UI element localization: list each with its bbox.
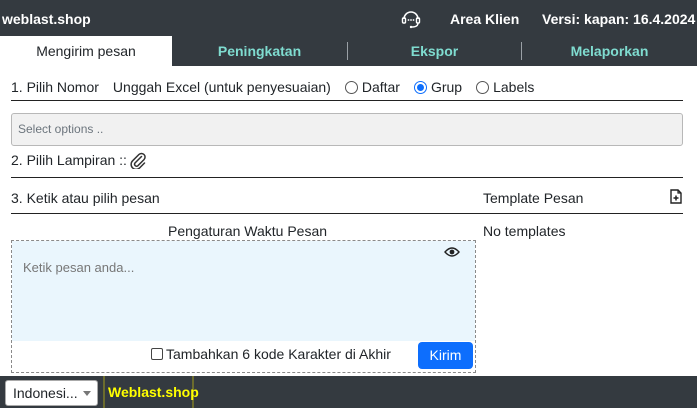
radio-daftar-label: Daftar: [361, 79, 400, 95]
client-area-link[interactable]: Area Klien: [450, 11, 519, 27]
divider: [11, 100, 683, 101]
main-tabs: Mengirim pesan Peningkatan Ekspor Melapo…: [0, 36, 697, 66]
step2-label: 2. Pilih Lampiran ::: [11, 152, 127, 168]
radio-daftar-indicator[interactable]: [344, 80, 358, 94]
radio-grup[interactable]: Grup: [413, 79, 463, 95]
tab-peningkatan[interactable]: Peningkatan: [172, 36, 347, 66]
upload-excel-link[interactable]: Unggah Excel (untuk penyesuaian): [113, 79, 331, 95]
radio-labels-indicator[interactable]: [476, 80, 490, 94]
templates-empty-text: No templates: [483, 223, 566, 239]
radio-grup-label: Grup: [430, 79, 463, 95]
language-select[interactable]: Indonesi...: [5, 380, 98, 406]
divider: [11, 213, 683, 214]
message-textarea[interactable]: Ketik pesan anda...: [12, 241, 475, 341]
schedule-settings-link[interactable]: Pengaturan Waktu Pesan: [168, 223, 327, 239]
radio-daftar[interactable]: Daftar: [344, 79, 400, 95]
headset-support-icon[interactable]: [400, 9, 422, 29]
radio-labels[interactable]: Labels: [476, 79, 534, 95]
eye-preview-icon[interactable]: [444, 246, 460, 258]
paperclip-icon[interactable]: [129, 151, 147, 169]
append-code-label: Tambahkan 6 kode Karakter di Akhir: [166, 346, 391, 362]
radio-labels-label: Labels: [493, 79, 535, 95]
template-title: Template Pesan: [483, 190, 584, 206]
brand-title[interactable]: weblast.shop: [2, 11, 91, 27]
number-source-row: 1. Pilih Nomor Unggah Excel (untuk penye…: [11, 78, 534, 96]
language-select-value: Indonesi...: [13, 385, 78, 401]
bottom-bar: Indonesi... Weblast.shop: [0, 376, 697, 408]
message-composer: Ketik pesan anda... Tambahkan 6 kode Kar…: [11, 240, 476, 373]
append-code-checkbox-row[interactable]: Tambahkan 6 kode Karakter di Akhir: [151, 346, 391, 362]
send-button[interactable]: Kirim: [418, 342, 473, 369]
divider: [11, 177, 683, 178]
message-placeholder: Ketik pesan anda...: [23, 260, 135, 275]
tab-ekspor[interactable]: Ekspor: [348, 36, 521, 66]
tab-mengirim-pesan[interactable]: Mengirim pesan: [0, 36, 172, 66]
footer-brand-link[interactable]: Weblast.shop: [103, 376, 199, 408]
append-code-checkbox[interactable]: [151, 348, 163, 360]
chevron-down-icon: [83, 391, 91, 396]
select-options-dropdown[interactable]: Select options ..: [11, 113, 683, 146]
tab-melaporkan[interactable]: Melaporkan: [522, 36, 697, 66]
radio-grup-indicator[interactable]: [413, 80, 427, 94]
attachment-row: 2. Pilih Lampiran ::: [11, 151, 147, 169]
version-label: Versi: kapan: 16.4.2024: [542, 11, 696, 27]
top-bar: weblast.shop Area Klien Versi: kapan: 16…: [0, 0, 697, 36]
step1-label: 1. Pilih Nomor: [11, 79, 99, 95]
step3-label: 3. Ketik atau pilih pesan: [11, 190, 160, 206]
add-template-icon[interactable]: [669, 189, 683, 204]
